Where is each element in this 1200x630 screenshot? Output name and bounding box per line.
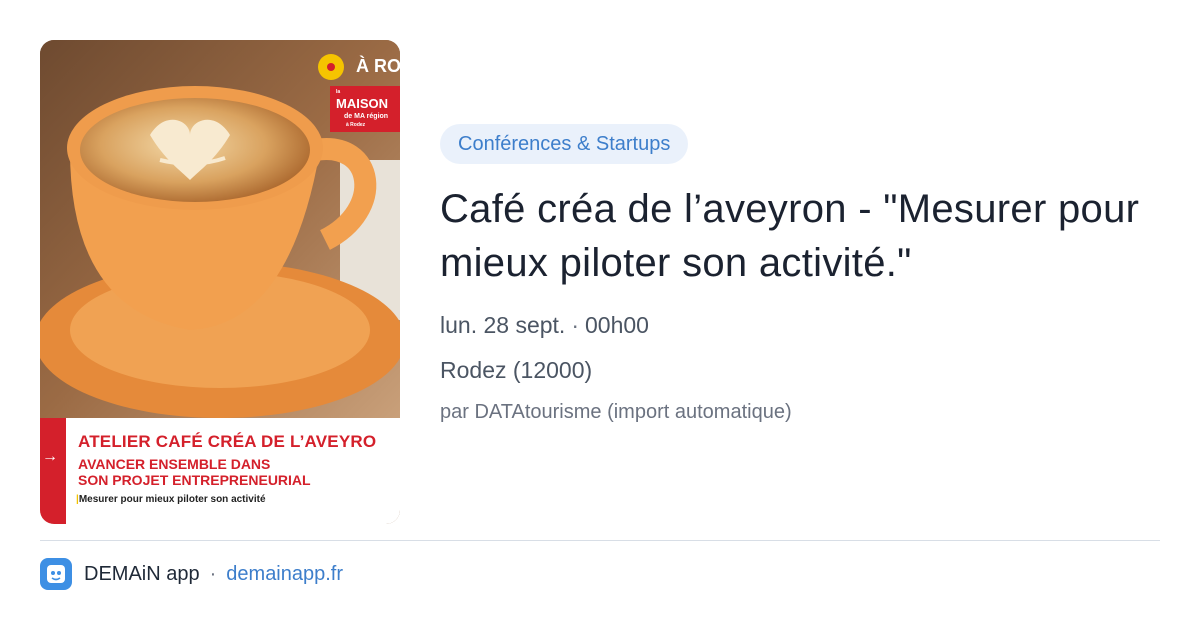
arrow-right-icon: → <box>42 448 58 465</box>
event-location: Rodez (12000) <box>440 357 593 383</box>
domain-link[interactable]: demainapp.fr <box>226 563 343 586</box>
image-place-text: À RO <box>356 56 400 76</box>
image-banner: → ATELIER CAFÉ CRÉA DE L’AVEYRO AVANCER … <box>40 418 400 524</box>
banner-line-3: SON PROJET ENTREPRENEURIAL <box>78 472 311 488</box>
footer-separator: · <box>209 562 217 585</box>
demain-app-icon <box>40 558 72 590</box>
event-datetime: lun. 28 sept. · 00h00 <box>440 312 649 339</box>
event-source: par DATAtourisme (import automatique) <box>440 401 792 423</box>
location-pin-icon <box>318 54 344 80</box>
footer-divider <box>40 540 1160 541</box>
banner-line-4: |Mesurer pour mieux piloter son activité <box>76 494 266 505</box>
event-time: 00h00 <box>584 312 649 338</box>
event-image[interactable]: À RO la MAISON de MA région à Rodez → AT… <box>40 40 400 524</box>
category-badge[interactable]: Conférences & Startups <box>440 124 689 164</box>
event-title[interactable]: Café créa de l’aveyron - "Mesurer pour m… <box>440 182 1140 290</box>
link-footer[interactable]: DEMAiN app · demainapp.fr <box>40 558 343 590</box>
banner-line-2: AVANCER ENSEMBLE DANS <box>78 456 271 472</box>
banner-line-1: ATELIER CAFÉ CRÉA DE L’AVEYRO <box>78 432 377 451</box>
app-name: DEMAiN app <box>84 562 200 585</box>
event-date: lun. 28 sept. <box>440 312 566 338</box>
banner-red-bar <box>40 418 66 524</box>
maison-region-logo: la MAISON de MA région à Rodez <box>330 86 400 132</box>
meta-separator: · <box>571 312 579 338</box>
